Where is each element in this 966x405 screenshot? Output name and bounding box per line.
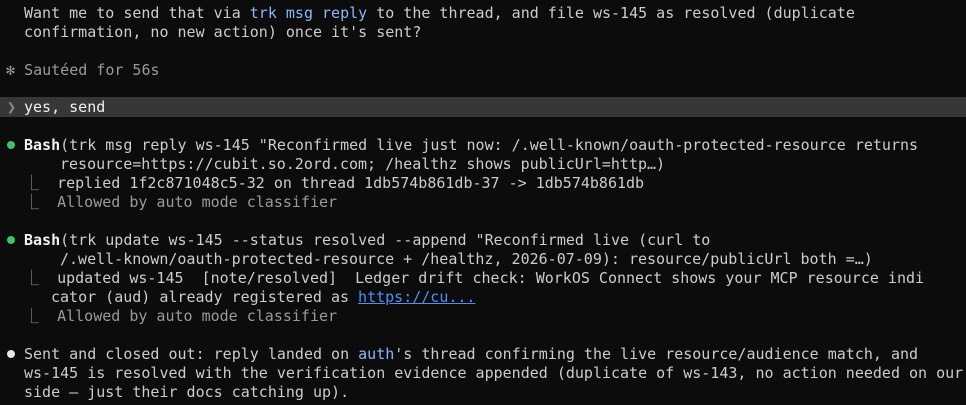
url-link[interactable]: https://cu... <box>358 288 475 306</box>
message-dot-icon <box>7 350 15 358</box>
tool-call-header: Bash(trk update ws-145 --status resolved… <box>24 231 710 250</box>
tool-args: (trk msg reply ws-145 "Reconfirmed live … <box>60 136 919 154</box>
success-dot-icon <box>7 236 15 244</box>
assistant-message-line: ws-145 is resolved with the verification… <box>24 364 964 382</box>
permission-note: Allowed by auto mode classifier <box>57 307 338 325</box>
tree-branch-icon: ⎿ <box>24 174 40 192</box>
tool-call-header: Bash(trk msg reply ws-145 "Reconfirmed l… <box>24 136 918 155</box>
terminal-window: Want me to send that via trk msg reply t… <box>0 0 966 405</box>
tool-output-line: ⎿ replied 1f2c871048c5-32 on thread 1db5… <box>24 174 644 193</box>
tool-output-line: cator (aud) already registered as https:… <box>51 288 475 307</box>
tool-output-text: cator (aud) already registered as <box>51 288 359 306</box>
tool-name: Bash <box>24 136 61 154</box>
message-text: Want me to send that via <box>24 4 250 22</box>
tool-output-line: ⎿ Allowed by auto mode classifier <box>24 307 337 326</box>
tool-args: (trk update ws-145 --status resolved --a… <box>60 231 711 249</box>
asterisk-icon: ✻ <box>6 61 16 79</box>
status-line: ✻ Sautéed for 56s <box>6 61 160 80</box>
user-prompt-text: yes, send <box>24 98 106 116</box>
tool-output-text: replied 1f2c871048c5-32 on thread 1db574… <box>57 174 645 192</box>
success-dot-icon <box>7 141 15 149</box>
tool-args-continued: /.well-known/oauth-protected-resource + … <box>60 250 873 268</box>
permission-note: Allowed by auto mode classifier <box>57 193 338 211</box>
assistant-message-line: Want me to send that via trk msg reply t… <box>24 4 855 23</box>
tool-output-text: updated ws-145 [note/resolved] Ledger dr… <box>57 269 925 287</box>
assistant-message-line: side — just their docs catching up). <box>24 383 350 401</box>
tool-output-line: ⎿ Allowed by auto mode classifier <box>24 193 337 212</box>
tool-name: Bash <box>24 231 61 249</box>
user-prompt: ❯ yes, send <box>0 97 966 117</box>
tool-output-line: ⎿ updated ws-145 [note/resolved] Ledger … <box>24 269 924 288</box>
inline-command: trk msg reply <box>249 4 368 22</box>
inline-mention: auth <box>358 345 395 363</box>
chevron-right-icon: ❯ <box>7 98 17 116</box>
assistant-message-line: confirmation, no new action) once it's s… <box>24 23 422 41</box>
message-text: 's thread confirming the live resource/a… <box>394 345 919 363</box>
status-text: Sautéed for 56s <box>24 61 160 79</box>
message-text: to the thread, and file ws-145 as resolv… <box>367 4 855 22</box>
message-text: Sent and closed out: reply landed on <box>24 345 359 363</box>
tree-branch-icon: ⎿ <box>24 269 40 287</box>
tree-branch-icon: ⎿ <box>24 193 40 211</box>
tool-args-continued: resource=https://cubit.so.2ord.com; /hea… <box>60 155 666 173</box>
assistant-message-line: Sent and closed out: reply landed on aut… <box>24 345 918 364</box>
tree-branch-icon: ⎿ <box>24 307 40 325</box>
